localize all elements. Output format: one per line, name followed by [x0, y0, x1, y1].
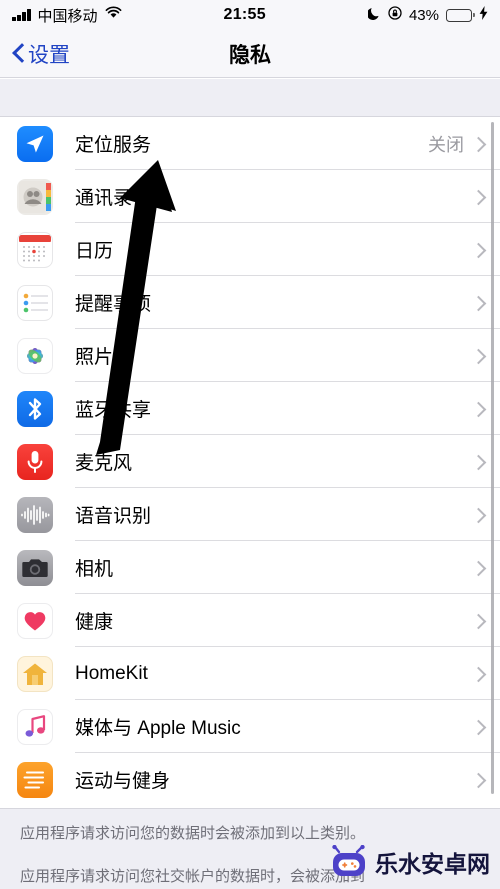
- list-item-label: HomeKit: [75, 662, 148, 684]
- chevron-right-icon: [473, 507, 482, 523]
- battery-icon: [446, 8, 475, 22]
- list-item-label: 运动与健身: [75, 771, 171, 792]
- status-bar-right: 43%: [366, 5, 488, 25]
- wifi-icon: [105, 6, 122, 24]
- chevron-right-icon: [473, 295, 482, 311]
- list-item-label: 提醒事项: [75, 294, 152, 315]
- list-item-label: 日历: [75, 241, 114, 262]
- chevron-right-icon: [473, 348, 482, 364]
- list-item[interactable]: 健康: [0, 594, 500, 647]
- moon-icon: [366, 6, 381, 25]
- music-note-icon: [17, 708, 53, 745]
- list-item[interactable]: 麦克风: [0, 435, 500, 488]
- house-icon: [17, 655, 53, 692]
- heart-icon: [17, 602, 53, 639]
- list-item-accessory: [473, 295, 500, 311]
- list-item[interactable]: 日历: [0, 223, 500, 276]
- list-item-label: 照片: [75, 347, 114, 368]
- list-item-label: 健康: [75, 612, 114, 633]
- list-item[interactable]: HomeKit: [0, 647, 500, 700]
- lightning-bolt-icon: [479, 5, 488, 25]
- status-bar: 中国移动 21:55 43%: [0, 0, 500, 30]
- chevron-right-icon: [473, 401, 482, 417]
- carrier-label: 中国移动: [37, 7, 98, 25]
- list-item-label: 定位服务: [75, 135, 152, 156]
- microphone-icon: [17, 443, 53, 480]
- list-item-accessory: [473, 719, 500, 735]
- chevron-right-icon: [473, 136, 482, 152]
- list-item-accessory: [473, 401, 500, 417]
- list-item[interactable]: 定位服务 关闭: [0, 117, 500, 170]
- list-item-label: 通讯录: [75, 188, 133, 209]
- list-item-accessory: [473, 772, 500, 788]
- list-item-accessory: 关闭: [428, 131, 500, 157]
- watermark-label: 乐水安卓网: [375, 851, 490, 877]
- list-item[interactable]: 运动与健身: [0, 753, 500, 806]
- photos-icon: [17, 337, 53, 374]
- list-item-accessory: [473, 242, 500, 258]
- list-item-accessory: [473, 189, 500, 205]
- list-item-label: 语音识别: [75, 506, 152, 527]
- section-gap: [0, 79, 500, 117]
- vertical-scrollbar[interactable]: [491, 122, 494, 794]
- location-arrow-icon: [17, 125, 53, 162]
- chevron-right-icon: [473, 454, 482, 470]
- list-item[interactable]: 媒体与 Apple Music: [0, 700, 500, 753]
- chevron-right-icon: [473, 189, 482, 205]
- chevron-right-icon: [473, 242, 482, 258]
- list-item[interactable]: 提醒事项: [0, 276, 500, 329]
- status-bar-left: 中国移动: [12, 5, 122, 26]
- list-item-accessory: [473, 454, 500, 470]
- list-item-accessory: [473, 666, 500, 682]
- list-item[interactable]: 通讯录: [0, 170, 500, 223]
- list-item-accessory: [473, 348, 500, 364]
- list-item[interactable]: 相机: [0, 541, 500, 594]
- chevron-right-icon: [473, 666, 482, 682]
- list-item[interactable]: 语音识别: [0, 488, 500, 541]
- signal-bars-icon: [12, 9, 31, 21]
- list-item-label: 媒体与 Apple Music: [75, 718, 241, 739]
- chevron-right-icon: [473, 772, 482, 788]
- speech-waveform-icon: [17, 496, 53, 533]
- calendar-icon: [17, 231, 53, 268]
- list-item-value: 关闭: [428, 134, 464, 155]
- motion-fitness-icon: [17, 761, 53, 798]
- list-item-accessory: [473, 507, 500, 523]
- list-item[interactable]: 照片: [0, 329, 500, 382]
- clock-label: 21:55: [223, 6, 266, 23]
- list-item-label: 麦克风: [75, 453, 133, 474]
- list-item-label: 蓝牙共享: [75, 400, 152, 421]
- list-item-label: 相机: [75, 559, 114, 580]
- chevron-right-icon: [473, 719, 482, 735]
- watermark: 乐水安卓网: [324, 839, 496, 885]
- privacy-settings-list[interactable]: 定位服务 关闭通讯录日历提醒事项照片蓝牙共享麦克风语音识别相机健康 HomeKit 媒…: [0, 117, 500, 808]
- page-title: 隐私: [229, 44, 271, 67]
- list-item-accessory: [473, 613, 500, 629]
- chevron-right-icon: [473, 560, 482, 576]
- chevron-right-icon: [473, 613, 482, 629]
- camera-icon: [17, 549, 53, 586]
- iphone-screen: 中国移动 21:55 43% 设置 隐私 定位服务 关闭 通讯录 日历 提醒事项…: [0, 0, 500, 889]
- navigation-bar: 设置 隐私: [0, 30, 500, 78]
- contacts-icon: [17, 178, 53, 215]
- battery-percent-label: 43%: [408, 6, 439, 24]
- bluetooth-icon: [17, 390, 53, 427]
- list-item-accessory: [473, 560, 500, 576]
- status-bar-center: 21:55: [122, 6, 368, 24]
- rotation-lock-icon: [388, 5, 402, 25]
- list-item[interactable]: 蓝牙共享: [0, 382, 500, 435]
- reminders-icon: [17, 284, 53, 321]
- robot-logo-icon: [330, 844, 368, 879]
